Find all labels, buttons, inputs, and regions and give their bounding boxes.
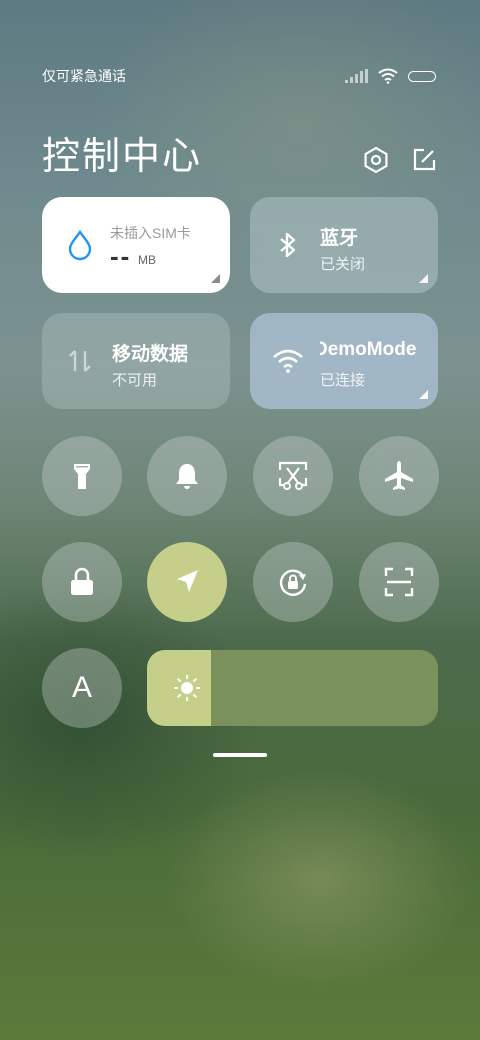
water-drop-icon <box>68 229 92 261</box>
flashlight-icon <box>74 464 90 489</box>
brightness-slider[interactable] <box>147 650 438 726</box>
page-title: 控制中心 <box>42 136 203 178</box>
expand-corner <box>419 390 428 399</box>
home-indicator[interactable] <box>213 753 267 757</box>
location-arrow-icon <box>177 570 198 592</box>
status-bar: 仅可紧急通话 <box>42 64 436 88</box>
wifi-status: 已连接 <box>320 372 366 389</box>
scan-icon <box>384 567 414 597</box>
mobile-data-status: 不可用 <box>112 372 158 389</box>
rotation-lock-icon <box>279 569 307 596</box>
bell-icon <box>176 464 198 489</box>
bluetooth-title: 蓝牙 <box>320 228 359 249</box>
expand-corner <box>211 274 220 283</box>
bluetooth-icon <box>280 232 296 258</box>
data-arrows-icon <box>69 350 91 372</box>
reading-mode-label: A <box>71 671 92 704</box>
lock-toggle[interactable] <box>42 542 122 622</box>
settings-icon[interactable] <box>362 146 390 174</box>
airplane-toggle[interactable] <box>359 436 439 516</box>
screenshot-toggle[interactable] <box>253 436 333 516</box>
wifi-status-icon <box>378 68 398 84</box>
sim-label: 未插入SIM卡 <box>110 225 191 241</box>
lock-icon <box>71 567 93 595</box>
airplane-icon <box>385 461 413 490</box>
wifi-icon <box>273 349 303 373</box>
mute-toggle[interactable] <box>147 436 227 516</box>
data-usage-value: -- <box>110 241 132 271</box>
bluetooth-card[interactable]: 蓝牙 已关闭 <box>250 197 438 293</box>
carrier-text: 仅可紧急通话 <box>42 68 126 84</box>
wifi-network-name: DemoMode <box>320 339 417 360</box>
status-icons <box>345 68 436 84</box>
signal-icon <box>345 69 368 83</box>
edit-icon[interactable] <box>410 146 438 174</box>
wifi-card[interactable]: DemoMode 已连接 <box>250 313 438 409</box>
mobile-data-card[interactable]: 移动数据 不可用 <box>42 313 230 409</box>
mobile-data-title: 移动数据 <box>112 344 189 365</box>
expand-corner <box>419 274 428 283</box>
location-toggle[interactable] <box>147 542 227 622</box>
scissors-icon <box>278 461 308 490</box>
rotation-lock-toggle[interactable] <box>253 542 333 622</box>
brightness-icon <box>174 675 200 701</box>
data-usage-card[interactable]: 未插入SIM卡 -- MB <box>42 197 230 293</box>
reading-mode-toggle[interactable]: A <box>42 648 122 728</box>
data-usage-unit: MB <box>138 253 156 267</box>
scanner-toggle[interactable] <box>359 542 439 622</box>
bluetooth-status: 已关闭 <box>320 256 366 273</box>
flashlight-toggle[interactable] <box>42 436 122 516</box>
battery-icon <box>408 70 436 82</box>
